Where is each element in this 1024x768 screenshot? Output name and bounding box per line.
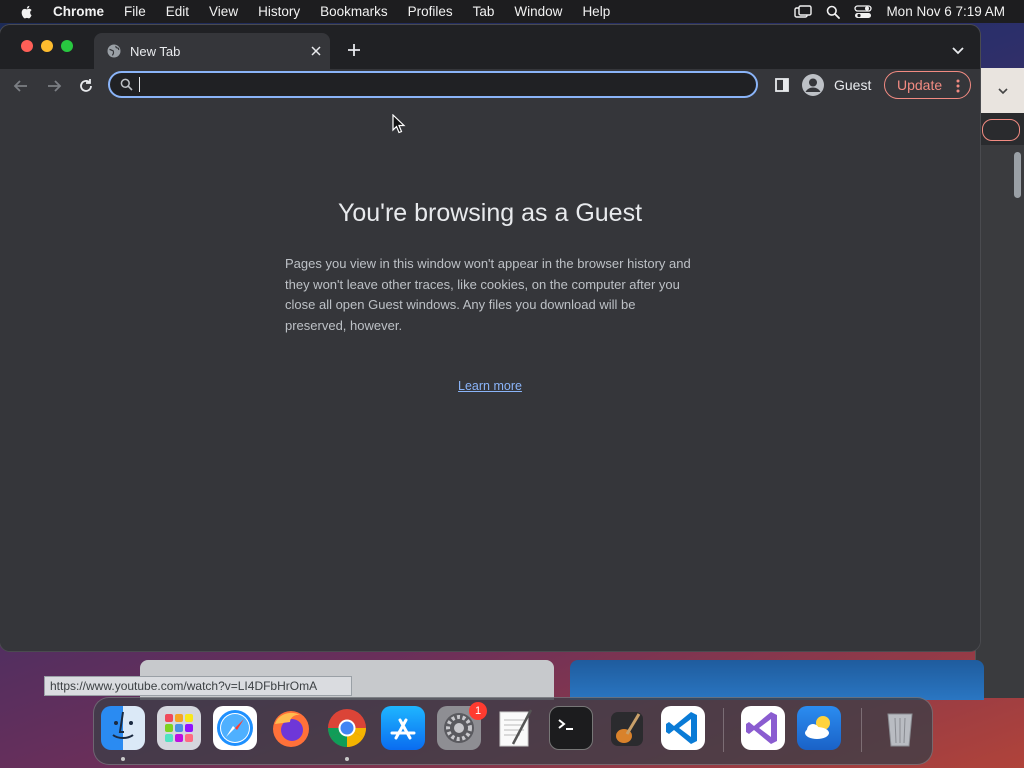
side-panel-icon[interactable] bbox=[774, 77, 790, 93]
close-tab-icon[interactable] bbox=[308, 43, 324, 59]
background-scrollbar-thumb[interactable] bbox=[1014, 152, 1021, 198]
profile-name: Guest bbox=[834, 77, 872, 93]
weather-icon[interactable] bbox=[797, 706, 841, 750]
profile-button[interactable]: Guest bbox=[801, 71, 871, 99]
tab-new-tab[interactable]: New Tab bbox=[94, 33, 330, 69]
notification-badge: 1 bbox=[469, 702, 487, 720]
textedit-icon[interactable] bbox=[493, 706, 537, 750]
page-title: You're browsing as a Guest bbox=[337, 199, 643, 227]
finder-icon[interactable] bbox=[101, 706, 145, 750]
tab-search-chevron-icon[interactable] bbox=[950, 42, 966, 58]
background-update-button bbox=[982, 119, 1020, 141]
macos-dock: 1 bbox=[93, 697, 933, 765]
app-store-icon[interactable] bbox=[381, 706, 425, 750]
reload-icon[interactable] bbox=[77, 77, 95, 95]
window-close-button[interactable] bbox=[21, 40, 33, 52]
menu-edit[interactable]: Edit bbox=[166, 4, 189, 19]
update-chrome-button[interactable]: Update bbox=[884, 71, 971, 99]
menu-file[interactable]: File bbox=[124, 4, 146, 19]
search-icon bbox=[120, 78, 133, 91]
visual-studio-icon[interactable] bbox=[741, 706, 785, 750]
macos-menu-bar: Chrome File Edit View History Bookmarks … bbox=[0, 0, 1024, 23]
learn-more-label[interactable]: Learn more bbox=[458, 379, 522, 393]
firefox-icon[interactable] bbox=[269, 706, 313, 750]
update-label: Update bbox=[897, 77, 943, 93]
guest-avatar-icon bbox=[802, 74, 824, 96]
browser-toolbar: Guest Update bbox=[0, 69, 980, 103]
menu-history[interactable]: History bbox=[258, 4, 300, 19]
more-vertical-icon[interactable] bbox=[956, 79, 960, 93]
apple-menu-icon[interactable] bbox=[19, 4, 35, 20]
spotlight-search-icon[interactable] bbox=[826, 5, 841, 19]
screen-mirroring-icon[interactable] bbox=[794, 4, 813, 19]
background-window-peek-right bbox=[570, 660, 984, 700]
menu-profiles[interactable]: Profiles bbox=[408, 4, 453, 19]
window-zoom-button[interactable] bbox=[61, 40, 73, 52]
finder-running-indicator bbox=[121, 757, 125, 761]
learn-more-link[interactable]: Learn more bbox=[0, 379, 980, 393]
background-window-tabbar bbox=[976, 68, 1024, 113]
tab-title: New Tab bbox=[130, 43, 181, 59]
guest-new-tab-page: You're browsing as a Guest Pages you vie… bbox=[0, 103, 980, 651]
window-minimize-button[interactable] bbox=[41, 40, 53, 52]
forward-arrow-icon[interactable] bbox=[45, 77, 63, 95]
dock-separator bbox=[861, 708, 862, 752]
address-bar[interactable] bbox=[108, 71, 758, 98]
trash-icon[interactable] bbox=[878, 706, 922, 750]
control-center-icon[interactable] bbox=[854, 4, 873, 19]
menubar-clock[interactable]: Mon Nov 6 7:19 AM bbox=[886, 4, 1005, 19]
app-menu-chrome[interactable]: Chrome bbox=[53, 4, 104, 19]
menu-help[interactable]: Help bbox=[582, 4, 610, 19]
chrome-icon[interactable] bbox=[325, 706, 369, 750]
tab-strip: New Tab bbox=[0, 25, 980, 69]
background-browser-window[interactable] bbox=[975, 68, 1024, 698]
menubar-status-area: Mon Nov 6 7:19 AM bbox=[794, 0, 1005, 23]
garageband-icon[interactable] bbox=[605, 706, 649, 750]
address-input[interactable] bbox=[140, 75, 734, 94]
menu-tab[interactable]: Tab bbox=[473, 4, 495, 19]
link-status-bubble: https://www.youtube.com/watch?v=LI4DFbHr… bbox=[44, 676, 353, 696]
new-tab-plus-icon[interactable] bbox=[345, 41, 363, 59]
chevron-down-icon bbox=[998, 88, 1008, 95]
chrome-window: New Tab Guest Update You're browsing as … bbox=[0, 25, 980, 651]
menu-bookmarks[interactable]: Bookmarks bbox=[320, 4, 388, 19]
vscode-icon[interactable] bbox=[661, 706, 705, 750]
globe-icon bbox=[107, 44, 121, 58]
background-window-toolbar bbox=[976, 113, 1024, 145]
chrome-running-indicator bbox=[345, 757, 349, 761]
menu-window[interactable]: Window bbox=[514, 4, 562, 19]
dock-separator bbox=[723, 708, 724, 752]
safari-icon[interactable] bbox=[213, 706, 257, 750]
mouse-pointer-icon bbox=[392, 114, 406, 134]
launchpad-icon[interactable] bbox=[157, 706, 201, 750]
back-arrow-icon[interactable] bbox=[12, 77, 30, 95]
terminal-icon[interactable] bbox=[549, 706, 593, 750]
guest-description: Pages you view in this window won't appe… bbox=[285, 256, 691, 333]
menu-view[interactable]: View bbox=[209, 4, 238, 19]
